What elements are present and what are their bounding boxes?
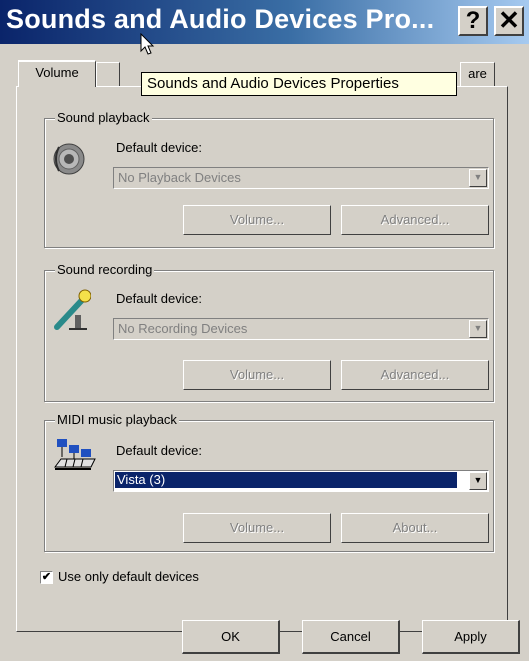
playback-device-value: No Playback Devices	[118, 170, 241, 185]
use-default-devices-checkbox[interactable]: ✔	[40, 571, 53, 584]
midi-about-button[interactable]: About...	[341, 513, 489, 543]
title-bar[interactable]: Sounds and Audio Devices Pro... ? ✕	[0, 0, 529, 44]
sound-recording-group: Sound recording Default device: No Recor…	[44, 262, 494, 402]
tab-volume[interactable]: Volume	[18, 60, 96, 87]
playback-volume-button[interactable]: Volume...	[183, 205, 331, 235]
midi-playback-group: MIDI music playback Default device: Vist…	[44, 412, 494, 552]
recording-device-select[interactable]: No Recording Devices ▼	[113, 318, 489, 340]
mouse-cursor-icon	[140, 32, 156, 60]
recording-device-label: Default device:	[116, 291, 202, 306]
midi-device-label: Default device:	[116, 443, 202, 458]
sound-playback-group: Sound playback Default device: No Playba…	[44, 110, 494, 248]
recording-advanced-button[interactable]: Advanced...	[341, 360, 489, 390]
sound-playback-label: Sound playback	[55, 110, 152, 125]
speaker-icon	[51, 139, 91, 182]
sound-recording-label: Sound recording	[55, 262, 155, 277]
tab-hardware[interactable]: are	[460, 62, 495, 86]
midi-playback-label: MIDI music playback	[55, 412, 179, 427]
recording-volume-button[interactable]: Volume...	[183, 360, 331, 390]
keyboard-icon	[53, 437, 97, 478]
help-button[interactable]: ?	[458, 6, 488, 36]
playback-advanced-button[interactable]: Advanced...	[341, 205, 489, 235]
recording-device-value: No Recording Devices	[118, 321, 248, 336]
cancel-button[interactable]: Cancel	[302, 620, 400, 654]
chevron-down-icon[interactable]: ▼	[469, 320, 487, 338]
chevron-down-icon[interactable]: ▼	[469, 472, 487, 490]
midi-device-value: Vista (3)	[115, 472, 457, 488]
tab-sounds[interactable]	[96, 62, 120, 86]
playback-device-select[interactable]: No Playback Devices ▼	[113, 167, 489, 189]
midi-device-select[interactable]: Vista (3) ▼	[113, 470, 489, 492]
chevron-down-icon[interactable]: ▼	[469, 169, 487, 187]
midi-volume-button[interactable]: Volume...	[183, 513, 331, 543]
ok-button[interactable]: OK	[182, 620, 280, 654]
use-default-devices-label[interactable]: Use only default devices	[58, 569, 199, 584]
apply-button[interactable]: Apply	[422, 620, 520, 654]
playback-device-label: Default device:	[116, 140, 202, 155]
close-button[interactable]: ✕	[494, 6, 524, 36]
microphone-icon	[49, 287, 92, 336]
title-tooltip: Sounds and Audio Devices Properties	[141, 72, 457, 96]
window-title: Sounds and Audio Devices Pro...	[6, 4, 435, 34]
